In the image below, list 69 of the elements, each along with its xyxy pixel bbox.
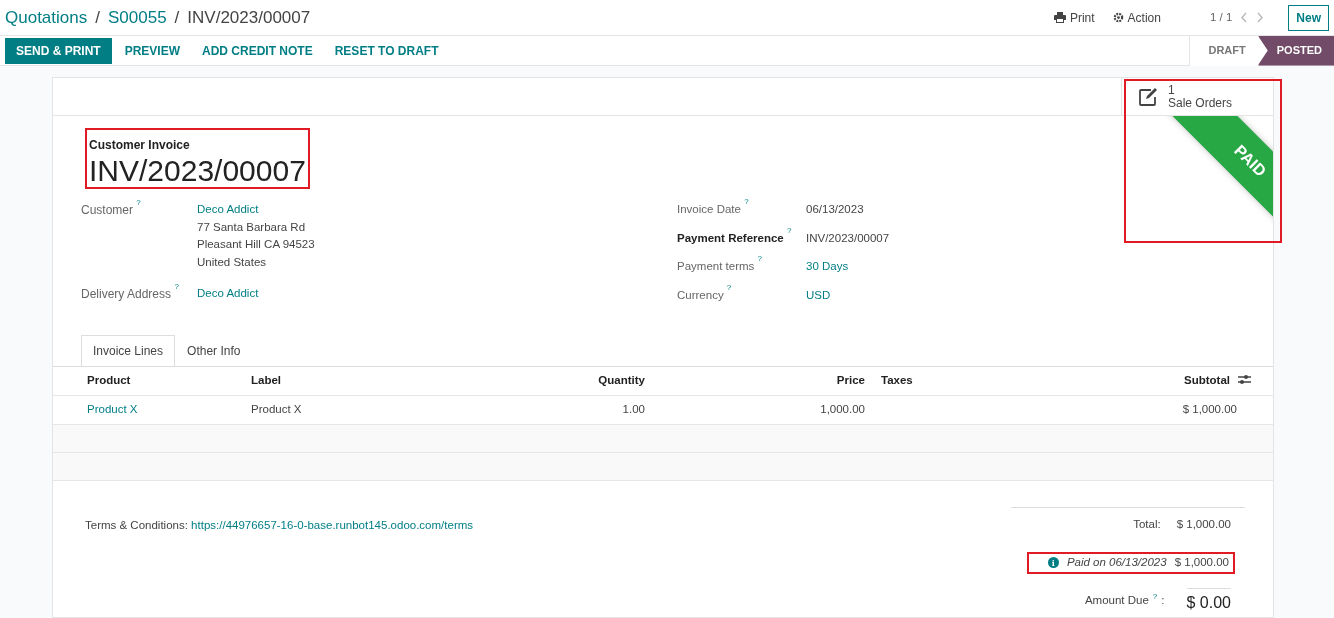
sale-orders-label: Sale Orders	[1168, 96, 1233, 110]
sale-orders-count: 1	[1168, 83, 1176, 97]
total-value: $ 1,000.00	[1176, 517, 1231, 532]
print-icon	[1053, 12, 1066, 23]
field-value: INV/2023/00007	[806, 230, 890, 246]
info-icon[interactable]: i	[1047, 557, 1059, 569]
column-header: Price	[836, 374, 865, 387]
field-value: 06/13/2023	[806, 202, 864, 217]
help-icon: ?	[174, 282, 179, 291]
breadcrumb-current: INV/2023/00007	[187, 6, 311, 29]
field-label: Invoice Date	[677, 203, 741, 215]
column-header: Quantity	[598, 374, 645, 387]
field-link[interactable]: Deco Addict	[197, 285, 259, 303]
help-icon: ?	[726, 282, 732, 292]
column-header: Label	[251, 374, 282, 387]
colon: :	[1161, 593, 1165, 609]
tab[interactable]: Invoice Lines	[81, 335, 176, 366]
column-header: Subtotal	[1184, 374, 1230, 387]
total-label: Total:	[1133, 517, 1161, 532]
product-link[interactable]: Product X	[87, 403, 138, 416]
field-label: Payment Reference	[677, 231, 784, 244]
action-bar-button[interactable]: RESET TO DRAFT	[323, 37, 450, 64]
breadcrumb-separator: /	[174, 6, 180, 29]
terms-label: Terms & Conditions:	[85, 519, 188, 531]
column-settings-icon[interactable]	[1238, 374, 1251, 387]
field-value: Pleasant Hill CA 94523	[197, 237, 315, 252]
field-label: Customer	[81, 203, 133, 217]
pager-value: 1 / 1	[1209, 9, 1233, 25]
help-icon: ?	[786, 225, 792, 235]
status-stage[interactable]: DRAFT	[1189, 35, 1258, 66]
gear-icon	[1112, 12, 1124, 23]
field-label: Currency	[677, 288, 724, 301]
field-value: United States	[197, 254, 268, 270]
action-bar-button[interactable]: SEND & PRINT	[5, 37, 112, 64]
column-header: Product	[87, 374, 131, 387]
column-header: Taxes	[881, 374, 913, 387]
field-link[interactable]: 30 Days	[806, 258, 849, 287]
breadcrumb-link[interactable]: S00055	[107, 4, 167, 31]
table-cell: Product X	[251, 403, 302, 416]
help-icon: ?	[757, 254, 762, 264]
terms-link[interactable]: https://44976657-16-0-base.runbot145.odoo.com/terms	[191, 519, 474, 531]
field-label: Payment terms	[677, 260, 755, 272]
field-link[interactable]: Deco Addict	[197, 201, 315, 219]
status-stage[interactable]: POSTED	[1257, 35, 1334, 66]
field-link[interactable]: USD	[806, 286, 831, 315]
action-bar-button[interactable]: PREVIEW	[113, 37, 192, 64]
invoice-type-label: Customer Invoice	[89, 137, 191, 154]
payment-amount: $ 1,000.00	[1174, 555, 1229, 571]
breadcrumb-separator: /	[95, 6, 100, 29]
table-cell: 1,000.00	[820, 403, 865, 416]
tab[interactable]: Other Info	[175, 335, 253, 366]
edit-icon	[1138, 86, 1160, 107]
amount-due-value: $ 0.00	[1186, 587, 1231, 615]
table-cell: $ 1,000.00	[1182, 403, 1237, 416]
field-value: 77 Santa Barbara Rd	[197, 219, 307, 235]
previous-icon[interactable]	[1240, 12, 1249, 23]
help-icon: ?	[136, 198, 141, 207]
action-bar-button[interactable]: ADD CREDIT NOTE	[191, 37, 324, 64]
payment-label: Paid on 06/13/2023	[1066, 555, 1167, 571]
invoice-number: INV/2023/00007	[89, 154, 306, 187]
action-button[interactable]: Action	[1111, 7, 1162, 28]
amount-due-label: Amount Due	[1084, 593, 1149, 609]
field-label: Delivery Address	[81, 287, 172, 301]
table-cell: 1.00	[622, 403, 645, 416]
breadcrumb-link[interactable]: Quotations	[5, 4, 88, 31]
next-icon[interactable]	[1256, 12, 1265, 23]
help-icon: ?	[744, 197, 749, 207]
new-button[interactable]: New	[1288, 4, 1329, 31]
print-button[interactable]: Print	[1052, 7, 1096, 28]
